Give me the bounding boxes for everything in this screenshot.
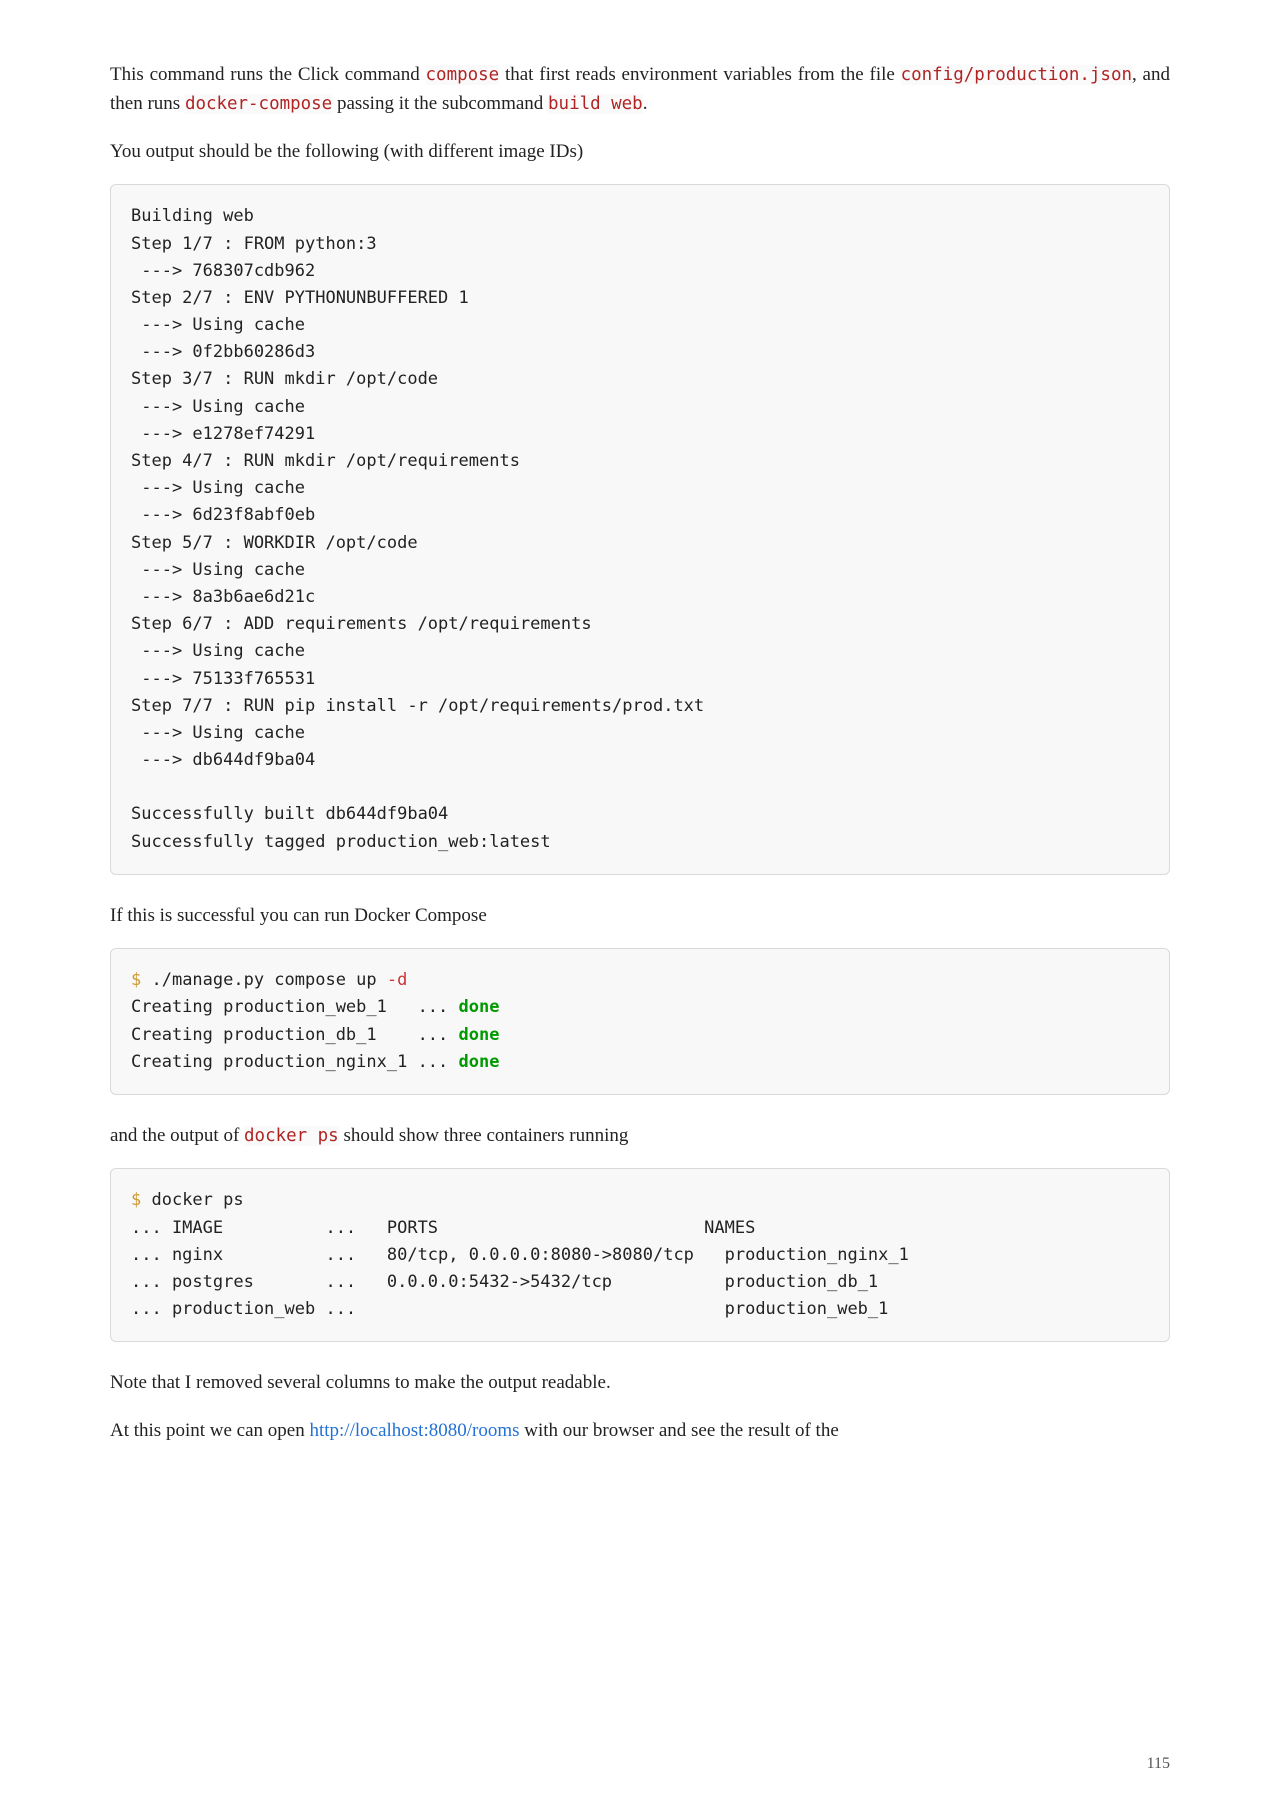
inline-code: docker-compose: [185, 94, 332, 114]
page-number: 115: [1147, 1752, 1170, 1777]
paragraph-6: At this point we can open http://localho…: [110, 1416, 1170, 1445]
output-line: Creating production_web_1 ...: [131, 997, 459, 1017]
done-label: done: [459, 997, 500, 1017]
text: with our browser and see the result of t…: [520, 1420, 839, 1441]
done-label: done: [459, 1025, 500, 1045]
prompt-dollar: $: [131, 1190, 141, 1210]
document-page: This command runs the Click command comp…: [0, 0, 1280, 1809]
text: should show three containers running: [339, 1125, 629, 1146]
paragraph-3: If this is successful you can run Docker…: [110, 901, 1170, 930]
done-label: done: [459, 1052, 500, 1072]
text: .: [643, 93, 648, 114]
paragraph-5: Note that I removed several columns to m…: [110, 1368, 1170, 1397]
text: This command runs the Click command: [110, 64, 426, 85]
inline-code: compose: [426, 65, 500, 85]
text: that first reads environment variables f…: [499, 64, 900, 85]
prompt-dollar: $: [131, 970, 141, 990]
cmd-text: docker ps: [141, 1190, 243, 1210]
code-block-build-output: Building web Step 1/7 : FROM python:3 --…: [110, 184, 1170, 875]
url-link[interactable]: http://localhost:8080/rooms: [309, 1420, 519, 1441]
inline-code: config/production.json: [901, 65, 1132, 85]
output-line: Creating production_nginx_1 ...: [131, 1052, 459, 1072]
text: and the output of: [110, 1125, 244, 1146]
code-block-docker-ps: $ docker ps ... IMAGE ... PORTS NAMES ..…: [110, 1168, 1170, 1342]
cmd-flag: -d: [387, 970, 407, 990]
paragraph-1: This command runs the Click command comp…: [110, 60, 1170, 119]
paragraph-4: and the output of docker ps should show …: [110, 1121, 1170, 1150]
output-block: ... IMAGE ... PORTS NAMES ... nginx ... …: [131, 1218, 909, 1320]
text: At this point we can open: [110, 1420, 309, 1441]
inline-code: docker ps: [244, 1126, 339, 1146]
code-block-compose-up: $ ./manage.py compose up -d Creating pro…: [110, 948, 1170, 1095]
text: passing it the subcommand: [332, 93, 548, 114]
inline-code: build web: [548, 94, 643, 114]
paragraph-2: You output should be the following (with…: [110, 137, 1170, 166]
output-line: Creating production_db_1 ...: [131, 1025, 459, 1045]
cmd-text: ./manage.py compose up: [141, 970, 387, 990]
